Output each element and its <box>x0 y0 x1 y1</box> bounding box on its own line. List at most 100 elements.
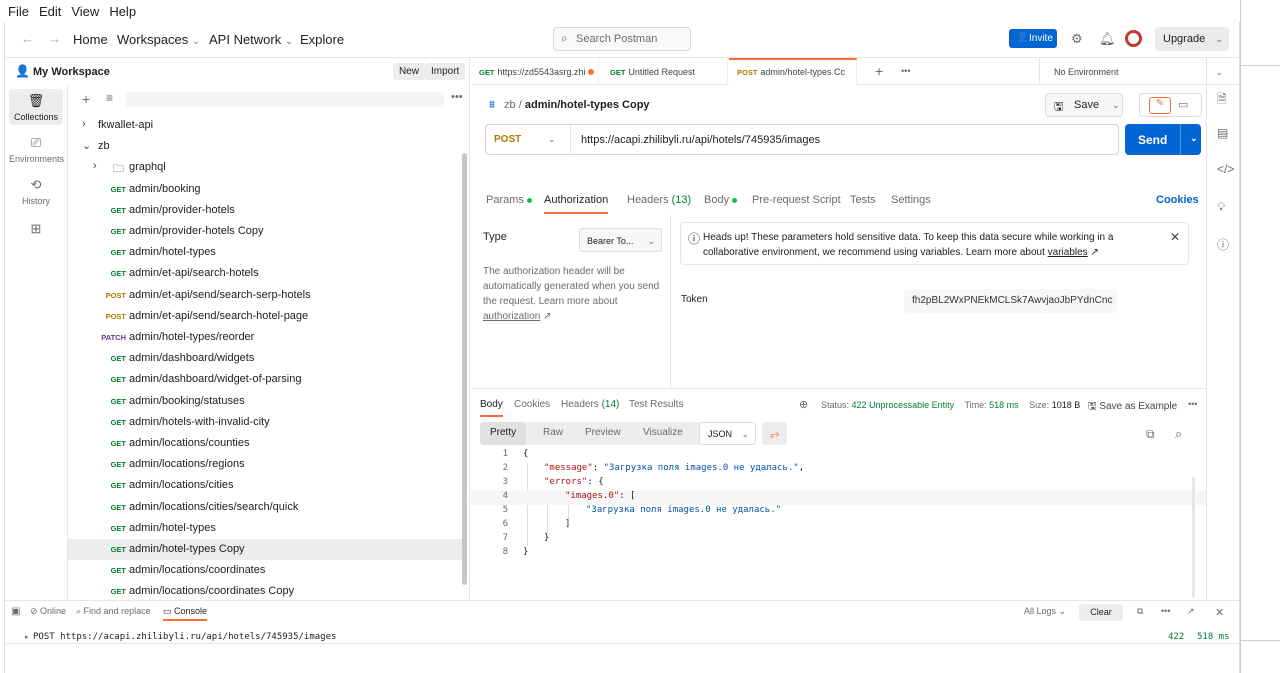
save-button[interactable]: 🖫 Save ⌄ <box>1045 93 1123 117</box>
tree-request-item[interactable]: GET admin/hotel-types Copy <box>68 539 462 560</box>
menu-file[interactable]: File <box>8 4 29 19</box>
tree-request-item[interactable]: GET admin/hotel-types <box>68 242 462 263</box>
edit-icon[interactable]: ✎ <box>1149 97 1171 114</box>
tree-request-item[interactable]: GET admin/et-api/search-hotels <box>68 263 462 284</box>
upgrade-button[interactable]: Upgrade ⌄ <box>1155 27 1229 51</box>
close-icon[interactable]: ✕ <box>1215 606 1224 619</box>
rail-item-configure[interactable]: ⊞ <box>9 217 63 253</box>
auth-type-select[interactable]: Bearer To... ⌄ <box>579 228 662 252</box>
clear-button[interactable]: Clear <box>1079 604 1123 621</box>
response-tab-body[interactable]: Body <box>480 399 503 417</box>
find-replace-button[interactable]: ⌕ Find and replace <box>76 606 151 617</box>
log-level-select[interactable]: All Logs ⌄ <box>1024 606 1066 617</box>
comment-icon[interactable]: ▭ <box>1178 98 1188 111</box>
tree-request-item[interactable]: GET admin/hotel-types <box>68 518 462 539</box>
tab-tests[interactable]: Tests <box>850 194 876 206</box>
tree-request-item[interactable]: GET admin/locations/regions <box>68 454 462 475</box>
chevron-down-icon[interactable]: ⌄ <box>548 134 556 145</box>
plus-icon[interactable]: + <box>82 91 90 107</box>
tree-request-item[interactable]: GET admin/dashboard/widget-of-parsing <box>68 369 462 390</box>
view-visualize[interactable]: Visualize <box>643 427 683 438</box>
nav-explore[interactable]: Explore <box>300 32 344 47</box>
format-select[interactable]: JSON ⌄ <box>699 422 756 445</box>
arrow-left-icon[interactable]: ← <box>21 31 34 46</box>
menu-help[interactable]: Help <box>109 4 136 19</box>
menu-view[interactable]: View <box>71 4 99 19</box>
invite-button[interactable]: 👤 Invite <box>1009 29 1057 48</box>
tree-request-item[interactable]: GET admin/booking <box>68 179 462 200</box>
tree-request-item[interactable]: GET admin/locations/cities/search/quick <box>68 497 462 518</box>
bell-icon[interactable]: 🔔︎ <box>1099 31 1116 47</box>
tree-request-item[interactable]: PATCH admin/hotel-types/reorder <box>68 327 462 348</box>
method-select[interactable]: POST <box>494 134 521 145</box>
response-scrollbar[interactable] <box>1192 477 1195 597</box>
view-raw[interactable]: Raw <box>543 427 563 438</box>
view-pretty[interactable]: Pretty <box>480 422 527 445</box>
size-value[interactable]: 1018 B <box>1052 400 1081 410</box>
authorization-link[interactable]: authorization <box>483 311 540 322</box>
menu-edit[interactable]: Edit <box>39 4 61 19</box>
wrap-lines-icon[interactable]: ⥅ <box>762 422 787 445</box>
tab-prerequest-script[interactable]: Pre-request Script <box>752 194 841 206</box>
more-icon[interactable]: ••• <box>901 66 910 76</box>
info-icon[interactable]: ⓘ <box>1217 236 1229 253</box>
tab-params[interactable]: Params <box>486 194 532 206</box>
new-tab-plus-icon[interactable]: + <box>875 63 883 79</box>
tab-request-2[interactable]: GET Untitled Request <box>600 58 728 85</box>
arrow-right-icon[interactable]: → <box>48 31 61 46</box>
rail-item-collections[interactable]: 🗑︎ Collections <box>9 89 63 125</box>
save-as-example-button[interactable]: 🖫 Save as Example <box>1088 399 1177 416</box>
response-tab-test-results[interactable]: Test Results <box>629 399 683 410</box>
tree-request-item[interactable]: GET admin/provider-hotels <box>68 200 462 221</box>
chevron-right-icon[interactable]: › <box>82 118 86 130</box>
tab-request-1[interactable]: GET https://zd5543asrg.zhi <box>471 58 599 85</box>
nav-home[interactable]: Home <box>73 32 108 47</box>
view-preview[interactable]: Preview <box>585 427 621 438</box>
url-input[interactable]: https://acapi.zhilibyli.ru/api/hotels/74… <box>581 134 820 146</box>
online-status[interactable]: ⊘ Online <box>30 606 66 617</box>
globe-icon[interactable]: ⊕ <box>799 398 808 411</box>
breadcrumb-parent[interactable]: zb <box>504 99 516 111</box>
copy-icon[interactable]: ⧉ <box>1146 427 1155 442</box>
tree-request-item[interactable]: GET admin/dashboard/widgets <box>68 348 462 369</box>
copy-icon[interactable]: ⧉ <box>1137 606 1143 617</box>
rail-item-history[interactable]: ⟲ History <box>9 173 63 209</box>
tree-request-item[interactable]: GET admin/locations/cities <box>68 475 462 496</box>
code-icon[interactable]: </> <box>1217 162 1234 176</box>
document-icon[interactable]: 🗎 <box>1217 90 1227 111</box>
tab-settings[interactable]: Settings <box>891 194 931 206</box>
more-icon[interactable]: ••• <box>451 91 463 103</box>
tree-request-item[interactable]: GET admin/booking/statuses <box>68 391 462 412</box>
sidebar-scrollbar[interactable] <box>462 153 467 585</box>
send-button[interactable]: Send ⌄ <box>1125 124 1201 155</box>
avatar[interactable] <box>1125 30 1142 47</box>
tree-request-item[interactable]: GET admin/locations/coordinates <box>68 560 462 581</box>
console-button[interactable]: ▭ Console <box>163 606 208 621</box>
tab-request-active[interactable]: POST admin/hotel-types Cc <box>729 58 857 85</box>
filter-input[interactable] <box>126 92 444 107</box>
search-input[interactable]: ⌕ Search Postman <box>553 27 691 51</box>
request-name[interactable]: admin/hotel-types Copy <box>525 99 650 111</box>
tree-request-item[interactable]: POST admin/et-api/send/search-hotel-page <box>68 306 462 327</box>
layout-icon[interactable]: ▣ <box>11 606 20 617</box>
chevron-down-icon[interactable]: ⌄ <box>82 139 91 152</box>
tree-folder-item[interactable]: › 🗀 graphql <box>68 157 462 178</box>
tab-headers[interactable]: Headers (13) <box>627 194 691 206</box>
token-input[interactable]: fh2pBL2WxPNEkMCLSk7AwvjaoJbPYdnCnc <box>904 289 1117 313</box>
cookies-link[interactable]: Cookies <box>1156 194 1199 206</box>
tree-request-item[interactable]: POST admin/et-api/send/search-serp-hotels <box>68 285 462 306</box>
tab-authorization[interactable]: Authorization <box>544 194 609 214</box>
nav-workspaces[interactable]: Workspaces ⌄ <box>117 32 200 47</box>
time-value[interactable]: 518 ms <box>989 400 1019 410</box>
comment-icon[interactable]: ▤ <box>1217 126 1228 140</box>
rail-item-environments[interactable]: ⎚ Environments <box>9 131 64 167</box>
nav-api-network[interactable]: API Network ⌄ <box>209 32 293 47</box>
console-entry[interactable]: ▸ POST https://acapi.zhilibyli.ru/api/ho… <box>5 622 1239 644</box>
more-icon[interactable]: ••• <box>1161 606 1170 616</box>
new-button[interactable]: New <box>393 63 426 80</box>
expand-arrow-icon[interactable]: ▸ <box>25 633 29 641</box>
chevron-down-icon[interactable]: ⌄ <box>1190 133 1198 144</box>
response-body-code[interactable]: 1{ 2 "message": "Загрузка поля images.0 н… <box>471 449 1206 574</box>
tree-collection-item[interactable]: ⌄ zb <box>68 136 462 157</box>
variables-link[interactable]: variables <box>1048 247 1088 258</box>
